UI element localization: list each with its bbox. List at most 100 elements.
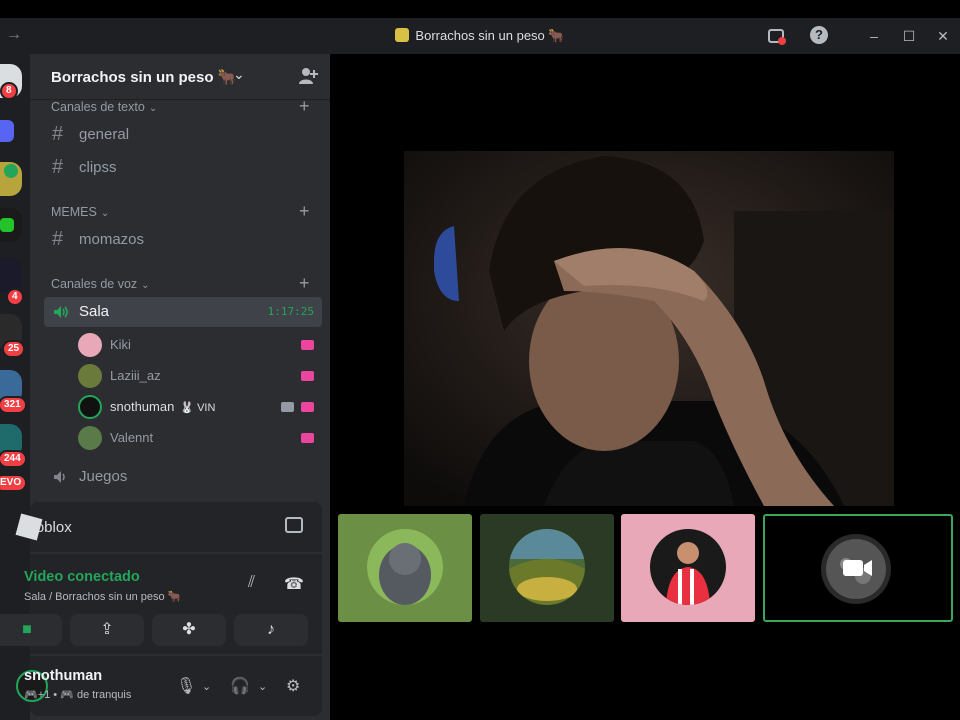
voice-user[interactable]: Valennt <box>78 424 322 452</box>
activities-button[interactable]: ✤ <box>152 614 226 646</box>
activity-icon <box>301 433 314 443</box>
hash-icon: # <box>52 156 64 178</box>
channel-momazos[interactable]: # momazos <box>44 225 322 255</box>
server-icon[interactable]: 25 <box>0 314 26 358</box>
voice-connection-panel: Video conectado Sala / Borrachos sin un … <box>0 554 322 654</box>
chat-icon <box>4 164 18 178</box>
user-name[interactable]: snothuman <box>24 668 102 684</box>
avatar <box>509 529 585 605</box>
mention-badge: 4 <box>6 288 24 306</box>
channel-name: Juegos <box>79 468 128 485</box>
microphone-icon[interactable]: 🎙 <box>176 676 196 696</box>
guild-name: Borrachos sin un peso 🐂 <box>51 69 237 86</box>
category-label: Canales de voz <box>51 277 138 291</box>
avatar <box>367 529 443 605</box>
disconnect-icon[interactable]: ☎ <box>284 574 304 594</box>
activity-name: Roblox <box>25 519 72 536</box>
user-status: 🎮+1 • 🎮 de tranquis <box>24 689 132 701</box>
connection-location[interactable]: Sala / Borrachos sin un peso 🐂 <box>24 590 181 603</box>
avatar <box>650 529 726 605</box>
speaker-icon <box>54 306 68 318</box>
hash-icon: # <box>52 123 64 145</box>
soundboard-button[interactable]: ♪ <box>234 614 308 646</box>
mention-badge: 244 <box>0 450 27 468</box>
voice-user-name: snothuman 🐰 VIN <box>110 399 215 414</box>
connection-status[interactable]: Video conectado <box>24 569 140 585</box>
avatar <box>78 395 102 419</box>
chevron-down-icon[interactable]: ⌄ <box>258 680 267 693</box>
server-icon[interactable]: 4 <box>0 258 24 306</box>
headphones-icon[interactable]: 🎧 <box>230 676 250 696</box>
add-channel-icon[interactable]: + <box>299 96 310 117</box>
server-icon[interactable]: 8 <box>0 64 22 100</box>
participant-tile[interactable] <box>621 514 755 622</box>
voice-user[interactable]: Kiki <box>78 331 322 359</box>
camera-button[interactable]: ■ <box>0 614 62 646</box>
channel-clipss[interactable]: # clipss <box>44 153 322 183</box>
participant-tile-self[interactable] <box>763 514 953 622</box>
category-voice-channels[interactable]: Canales de voz ⌄ <box>51 277 150 291</box>
participant-tile[interactable] <box>480 514 614 622</box>
title-bar: → Borrachos sin un peso 🐂 ? – ☐ ✕ <box>0 18 960 54</box>
chevron-down-icon: ⌄ <box>233 66 245 82</box>
video-area <box>330 54 960 720</box>
mention-badge: 25 <box>2 340 26 358</box>
webcam-frame <box>404 151 894 506</box>
voice-user-name-text: snothuman <box>110 399 175 414</box>
gear-icon[interactable]: ⚙ <box>286 676 300 696</box>
avatar <box>78 364 102 388</box>
voice-user[interactable]: Laziii_az <box>78 362 322 390</box>
voice-channel-juegos[interactable]: Juegos <box>44 462 322 492</box>
server-icon <box>395 28 410 42</box>
server-icon[interactable]: 244 <box>0 424 27 468</box>
voice-user-name: Valennt <box>110 430 154 445</box>
participant-tile[interactable] <box>338 514 472 622</box>
server-icon[interactable] <box>0 208 22 242</box>
close-button[interactable]: ✕ <box>933 26 953 46</box>
activity-panel: Roblox <box>15 502 322 552</box>
activity-icon <box>301 402 314 412</box>
voice-channel-sala[interactable]: Sala 1:17:25 <box>44 297 322 327</box>
speaker-icon <box>54 471 65 483</box>
server-icon[interactable] <box>0 162 22 196</box>
add-channel-icon[interactable]: + <box>299 273 310 294</box>
guild-header[interactable]: Borrachos sin un peso 🐂 ⌄ <box>30 54 330 100</box>
screen-share-icon[interactable] <box>285 517 303 533</box>
server-icon[interactable]: 321 <box>0 370 27 414</box>
category-text-channels[interactable]: Canales de texto ⌄ <box>51 100 157 114</box>
mention-badge: 8 <box>0 82 18 100</box>
voice-user[interactable]: snothuman 🐰 VIN <box>78 393 322 421</box>
call-timer: 1:17:25 <box>267 305 314 318</box>
chevron-down-icon: ⌄ <box>141 280 150 291</box>
chevron-down-icon[interactable]: ⌄ <box>202 680 211 693</box>
game-icon <box>0 218 14 232</box>
window-title-text: Borrachos sin un peso 🐂 <box>415 28 565 43</box>
main-video-feed[interactable] <box>404 151 894 506</box>
channel-sidebar: Borrachos sin un peso 🐂 ⌄ Canales de tex… <box>0 54 330 720</box>
help-icon[interactable]: ? <box>810 26 828 44</box>
maximize-button[interactable]: ☐ <box>899 26 919 46</box>
add-channel-icon[interactable]: + <box>299 201 310 222</box>
category-label: Canales de texto <box>51 100 145 114</box>
voice-user-name: Laziii_az <box>110 368 161 383</box>
mention-badge: 321 <box>0 396 27 414</box>
channel-name: momazos <box>79 231 145 248</box>
channel-name: general <box>79 126 130 143</box>
chevron-down-icon: ⌄ <box>100 208 110 219</box>
channel-name: clipss <box>79 159 117 176</box>
top-strip <box>0 0 960 18</box>
server-icon[interactable] <box>0 120 14 142</box>
avatar <box>78 333 102 357</box>
category-memes[interactable]: MEMES ⌄ <box>51 205 109 219</box>
channel-general[interactable]: # general <box>44 120 322 150</box>
activity-icon <box>301 340 314 350</box>
minimize-button[interactable]: – <box>864 26 884 46</box>
voice-user-name: Kiki <box>110 337 131 352</box>
screen-share-button[interactable]: ⇪ <box>70 614 144 646</box>
add-member-icon[interactable] <box>298 66 318 86</box>
user-tag: 🐰 VIN <box>180 402 216 414</box>
user-panel: snothuman 🎮+1 • 🎮 de tranquis 🎙 ⌄ 🎧 ⌄ ⚙ <box>16 656 322 716</box>
inbox-icon[interactable] <box>768 29 786 45</box>
activity-icon <box>301 371 314 381</box>
noise-suppression-icon[interactable]: ⫽ <box>248 574 255 592</box>
